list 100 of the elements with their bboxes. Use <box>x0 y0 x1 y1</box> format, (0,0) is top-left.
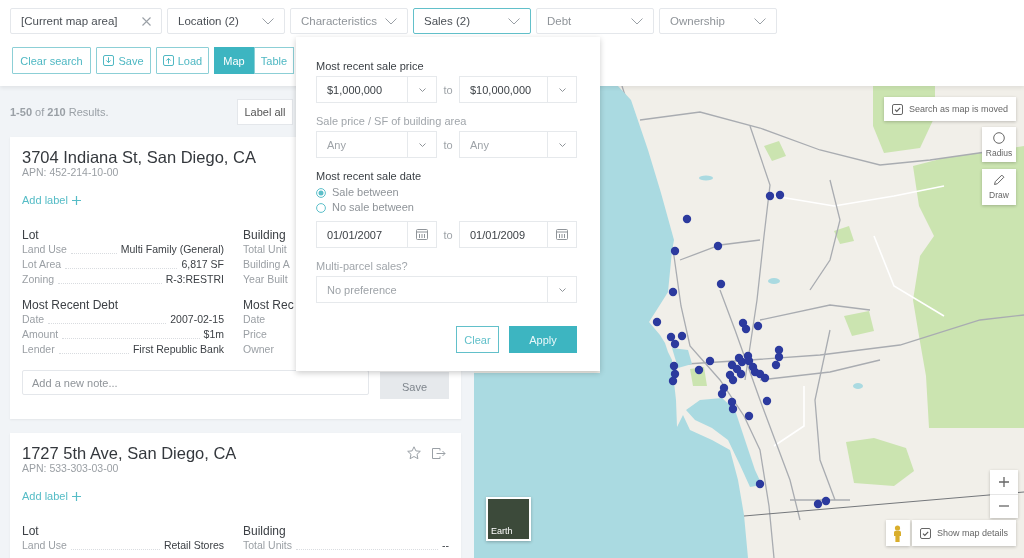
map-marker-icon[interactable] <box>744 356 754 366</box>
view-tab[interactable]: Map <box>214 47 254 74</box>
field-label: Date <box>22 312 45 327</box>
map-marker-icon[interactable] <box>670 246 680 256</box>
date-field[interactable]: 01/01/2007 <box>316 221 437 248</box>
date-field[interactable]: 01/01/2009 <box>459 221 577 248</box>
map-marker-icon[interactable] <box>705 356 715 366</box>
map-marker-icon[interactable] <box>717 389 727 399</box>
add-label-link[interactable]: Add label <box>22 194 81 207</box>
apn-number: APN: 533-303-03-00 <box>22 462 119 474</box>
save-search-button[interactable]: Save <box>96 47 151 74</box>
view-tab[interactable]: Table <box>254 47 294 74</box>
radio-icon[interactable] <box>316 187 326 198</box>
field-label: Price <box>243 327 267 342</box>
select-field[interactable]: Any <box>316 131 437 158</box>
map-marker-icon[interactable] <box>741 324 751 334</box>
map-marker-icon[interactable] <box>652 317 662 327</box>
plus-icon <box>71 492 81 501</box>
map-marker-icon[interactable] <box>753 321 763 331</box>
park-area <box>764 141 786 161</box>
lake-area <box>699 175 713 181</box>
map-marker-icon[interactable] <box>771 360 781 370</box>
map-marker-icon[interactable] <box>744 411 754 421</box>
radius-tool-button[interactable]: Radius <box>982 127 1016 162</box>
field-label: Zoning <box>22 272 55 287</box>
select-field[interactable]: $10,000,000 <box>459 76 577 103</box>
field-value: $1m <box>203 327 224 342</box>
note-field[interactable]: Add a new note... <box>22 370 369 395</box>
clear-button[interactable]: Clear <box>456 326 499 353</box>
download-icon <box>103 55 115 66</box>
radio-icon[interactable] <box>316 202 326 213</box>
map-marker-icon[interactable] <box>668 287 678 297</box>
property-address[interactable]: 1727 5th Ave, San Diego, CA <box>22 444 237 462</box>
park-area <box>846 438 914 486</box>
apply-button[interactable]: Apply <box>509 326 577 353</box>
map-marker-icon[interactable] <box>775 190 785 200</box>
close-icon[interactable] <box>142 16 151 26</box>
map-marker-icon[interactable] <box>669 361 679 371</box>
show-map-details-toggle[interactable]: Show map details <box>911 520 1016 546</box>
field-label: Land Use <box>22 538 67 553</box>
map-marker-icon[interactable] <box>774 345 784 355</box>
map-marker-icon[interactable] <box>813 499 823 509</box>
earth-view-button[interactable]: Earth <box>486 497 531 541</box>
map-marker-icon[interactable] <box>821 496 831 506</box>
map-marker-icon[interactable] <box>765 191 775 201</box>
filter-dropdown[interactable]: Characteristics <box>290 8 408 34</box>
map-marker-icon[interactable] <box>670 339 680 349</box>
map-marker-icon[interactable] <box>666 332 676 342</box>
lake-area <box>853 383 863 389</box>
star-icon[interactable] <box>407 446 421 460</box>
map-marker-icon[interactable] <box>668 376 678 386</box>
property-address[interactable]: 3704 Indiana St, San Diego, CA <box>22 148 256 166</box>
map-marker-icon[interactable] <box>677 331 687 341</box>
section-heading: Most Recent Debt <box>22 298 119 312</box>
select-field[interactable]: No preference <box>316 276 577 303</box>
map-marker-icon[interactable] <box>728 375 738 385</box>
draw-tool-button[interactable]: Draw <box>982 169 1016 205</box>
select-field[interactable]: $1,000,000 <box>316 76 437 103</box>
map-marker-icon[interactable] <box>755 479 765 489</box>
label-all-button[interactable]: Label all <box>237 98 293 125</box>
field-value: -- <box>442 538 449 553</box>
map-marker-icon[interactable] <box>736 369 746 379</box>
section-heading: Lot <box>22 524 39 538</box>
field-label: Year Built <box>243 272 288 287</box>
map-marker-icon[interactable] <box>762 396 772 406</box>
map-marker-icon[interactable] <box>727 397 737 407</box>
map-marker-icon[interactable] <box>716 279 726 289</box>
filter-dropdown[interactable]: Ownership <box>659 8 777 34</box>
chevron-icon <box>508 17 520 25</box>
filter-dropdown[interactable]: Debt <box>536 8 654 34</box>
apn-number: APN: 452-214-10-00 <box>22 166 119 178</box>
search-as-moved-toggle[interactable]: Search as map is moved <box>883 97 1016 121</box>
park-area <box>844 311 874 336</box>
map-marker-icon[interactable] <box>737 357 747 367</box>
radio-option[interactable]: No sale between <box>316 200 414 215</box>
load-search-button[interactable]: Load <box>156 47 209 74</box>
filter-label: Most recent sale date <box>316 169 422 183</box>
map-marker-icon[interactable] <box>682 214 692 224</box>
lagoon-area <box>672 348 692 368</box>
upload-icon <box>162 55 174 66</box>
map-marker-icon[interactable] <box>760 373 770 383</box>
filter-dropdown[interactable]: Location (2) <box>167 8 285 34</box>
chevron-icon <box>558 142 566 147</box>
area-filter-chip[interactable]: [Current map area] <box>10 8 162 34</box>
field-label: Total Unit <box>243 242 287 257</box>
select-field[interactable]: Any <box>459 131 577 158</box>
person-icon <box>893 524 903 542</box>
map-marker-icon[interactable] <box>694 365 704 375</box>
map-marker-icon[interactable] <box>670 369 680 379</box>
radio-option[interactable]: Sale between <box>316 185 399 200</box>
map-marker-icon[interactable] <box>774 352 784 362</box>
plus-icon <box>71 196 81 205</box>
filter-dropdown[interactable]: Sales (2) <box>413 8 531 34</box>
box-arrow-icon[interactable] <box>431 446 446 460</box>
clear-search-button[interactable]: Clear search <box>12 47 91 74</box>
range-to-label: to <box>443 138 453 151</box>
add-label-link[interactable]: Add label <box>22 490 81 503</box>
map-marker-icon[interactable] <box>713 241 723 251</box>
lake-area <box>768 278 780 284</box>
map-marker-icon[interactable] <box>728 404 738 414</box>
